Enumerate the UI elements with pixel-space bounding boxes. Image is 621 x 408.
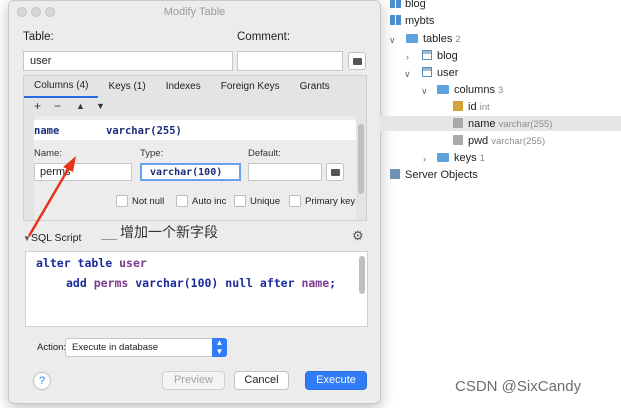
tree-item-blog-db[interactable]: blog [390, 0, 426, 10]
tree-item-column-id[interactable]: id int [453, 101, 490, 113]
tree-type: varchar(255) [498, 119, 553, 130]
tree-label: id [468, 101, 477, 113]
tree-item-table-user[interactable]: user [422, 67, 458, 79]
tree-count: 1 [479, 153, 485, 164]
tree-item-keys[interactable]: keys 1 [437, 152, 485, 164]
tree-item-column-pwd[interactable]: pwd varchar(255) [453, 135, 545, 147]
tree-label: tables [423, 33, 453, 45]
tree-count: 2 [455, 34, 461, 45]
chevron-right-icon[interactable]: › [423, 154, 426, 164]
database-icon [390, 0, 401, 8]
tree-type: varchar(255) [491, 136, 546, 147]
folder-icon [437, 85, 449, 94]
tree-label: keys [454, 152, 477, 164]
tree-item-server-objects[interactable]: Server Objects [390, 169, 478, 181]
tree-item-tables[interactable]: tables 2 [406, 33, 461, 45]
tree-item-column-name[interactable]: name varchar(255) [453, 118, 552, 130]
tree-label: blog [405, 0, 426, 10]
key-column-icon [453, 101, 463, 111]
tree-item-mybts-db[interactable]: mybts [390, 15, 434, 27]
column-icon [453, 118, 463, 128]
table-icon [422, 50, 432, 60]
tree-type: int [479, 102, 490, 113]
tree-item-columns[interactable]: columns 3 [437, 84, 503, 96]
folder-icon [437, 153, 449, 162]
column-icon [453, 135, 463, 145]
server-objects-icon [390, 169, 400, 179]
watermark: CSDN @SixCandy [455, 378, 582, 395]
chevron-down-icon[interactable]: ∨ [389, 35, 396, 46]
annotation-text: 增加一个新字段 [120, 224, 218, 240]
tree-count: 3 [498, 85, 504, 96]
tree-label: Server Objects [405, 169, 478, 181]
tree-label: columns [454, 84, 495, 96]
chevron-down-icon[interactable]: ∨ [421, 86, 428, 97]
chevron-down-icon[interactable]: ∨ [404, 69, 411, 80]
tree-label: user [437, 67, 459, 79]
folder-icon [406, 34, 418, 43]
tree-label: name [468, 118, 496, 130]
tree-item-table-blog[interactable]: blog [422, 50, 458, 62]
table-icon [422, 67, 432, 77]
tree-label: blog [437, 50, 458, 62]
chevron-right-icon[interactable]: › [406, 52, 409, 62]
database-tree: blog mybts ∨ tables 2 › blog ∨ user ∨ co… [380, 0, 621, 408]
tree-label: pwd [468, 135, 489, 147]
database-icon [390, 15, 401, 25]
tree-label: mybts [405, 15, 435, 27]
